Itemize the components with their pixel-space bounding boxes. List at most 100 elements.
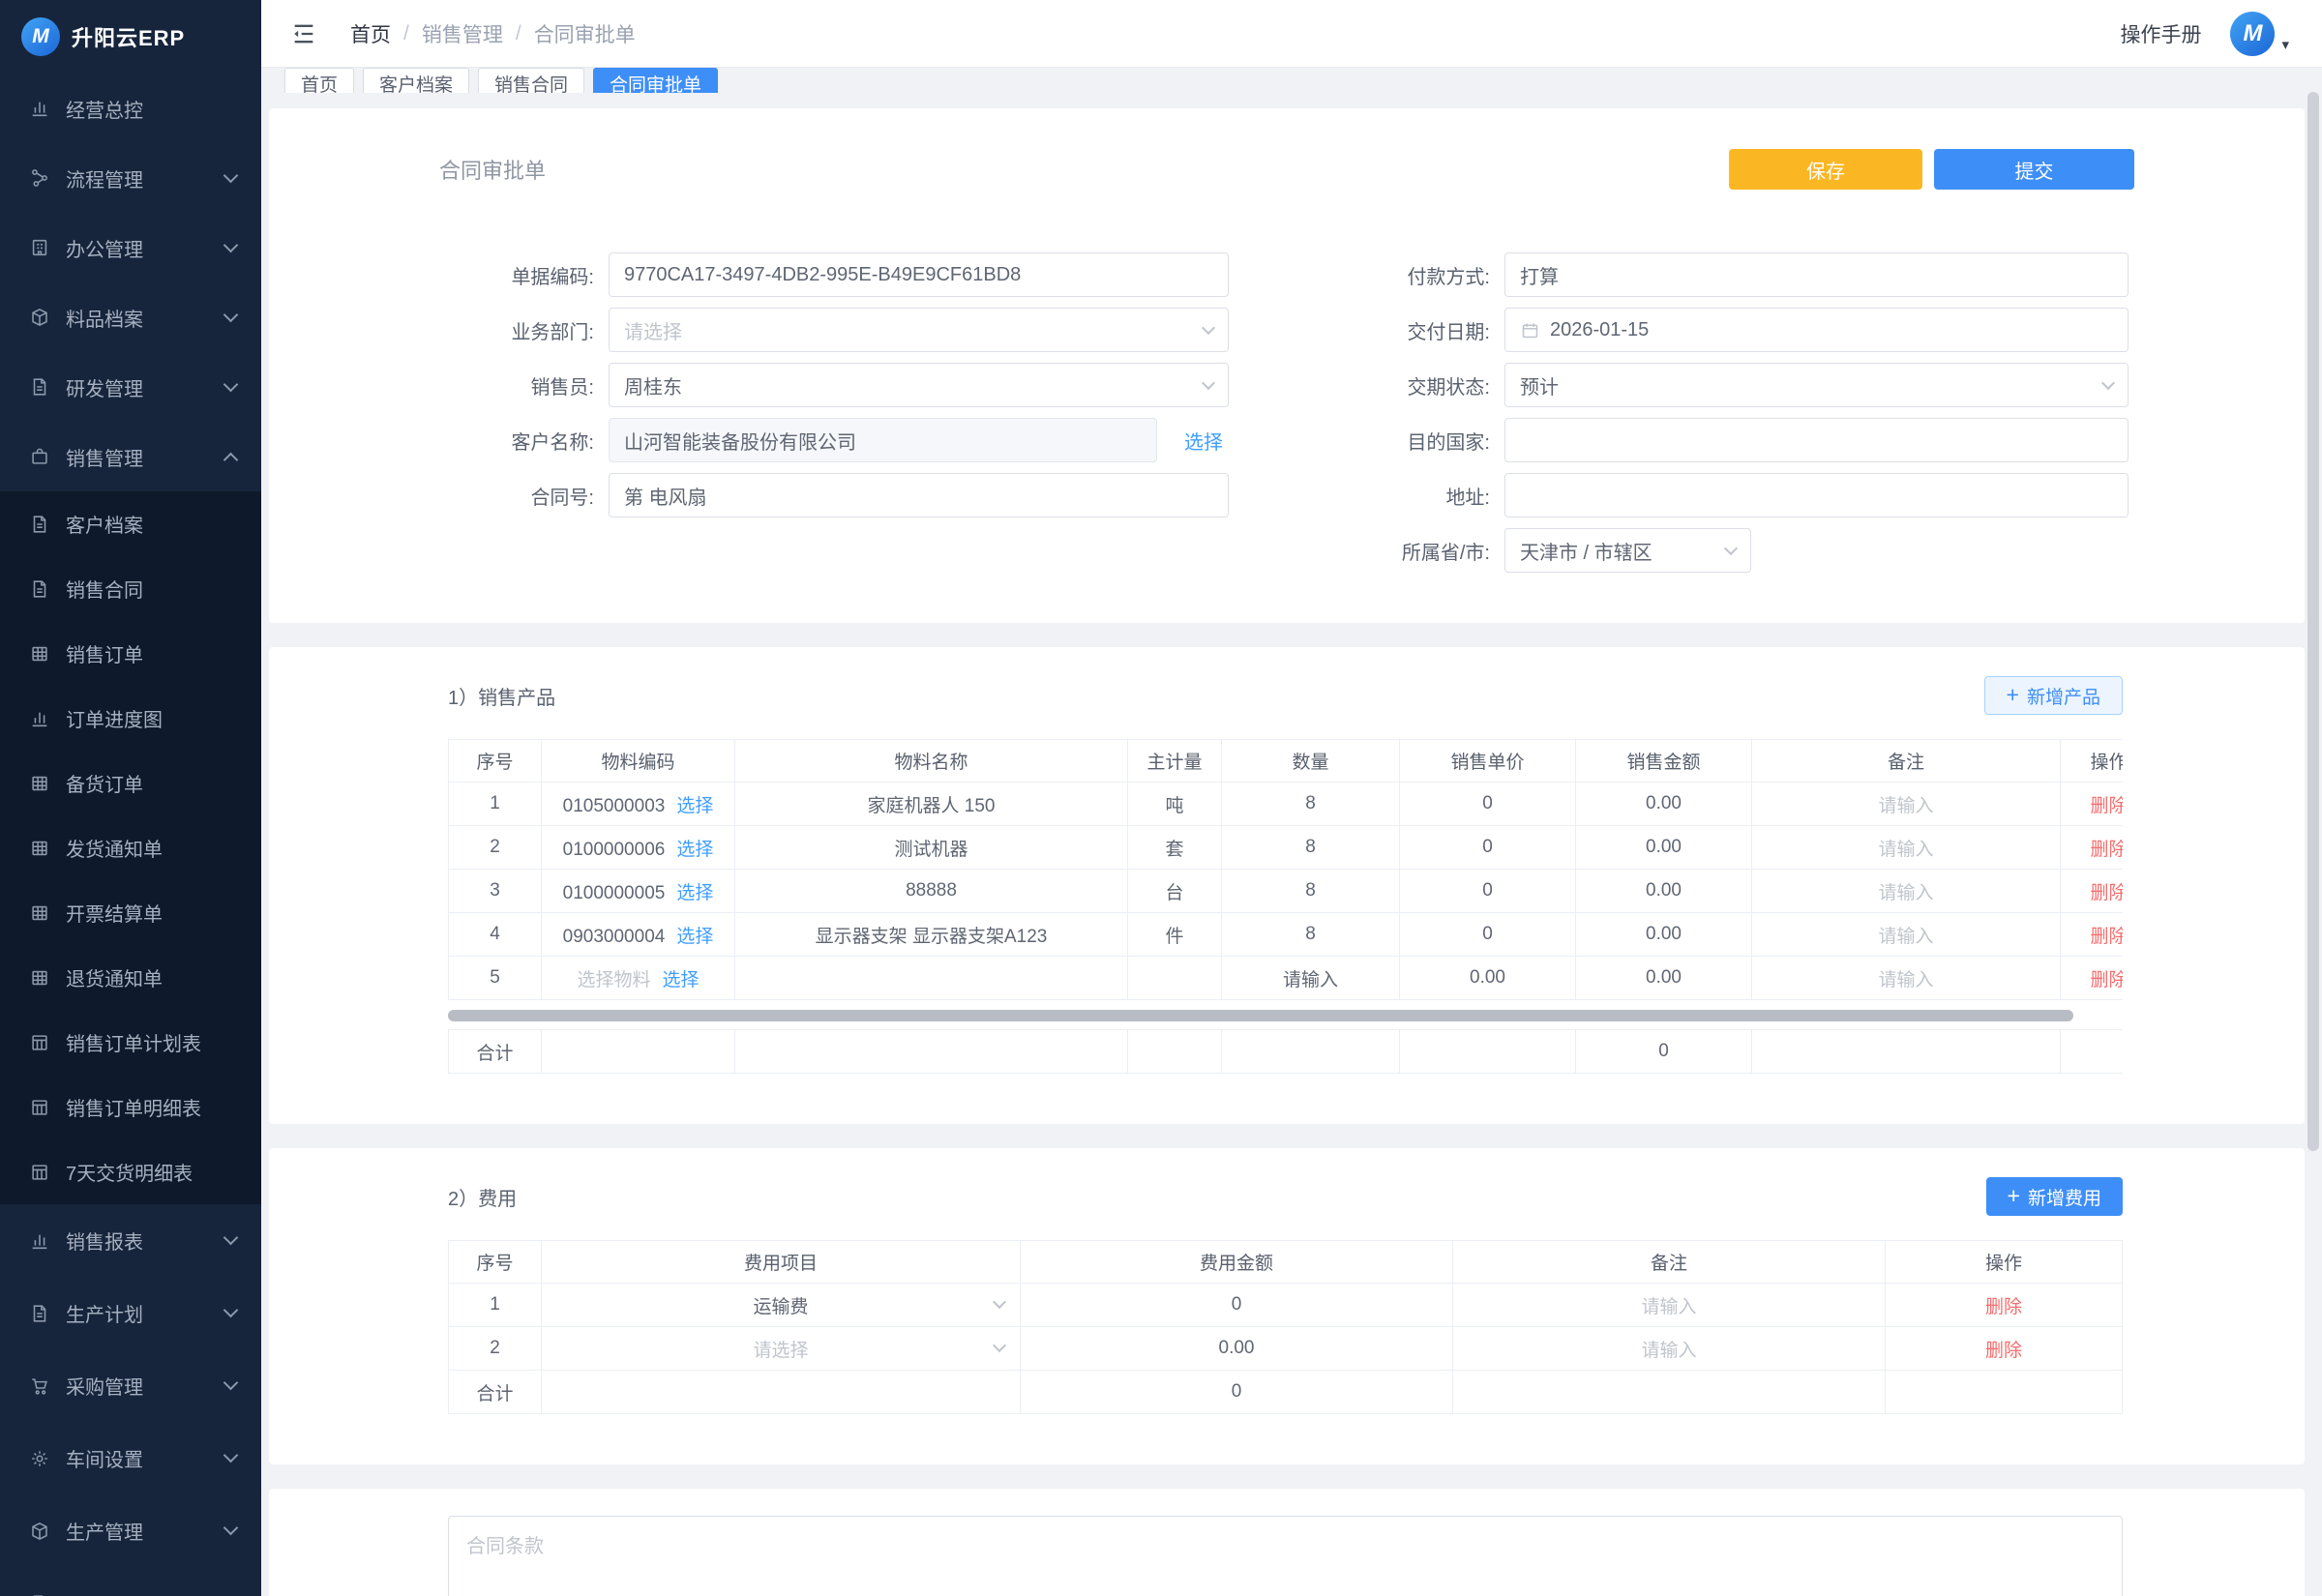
app-logo: M 升阳云ERP — [0, 0, 261, 74]
contract-form-card: 合同审批单 保存 提交 单据编码: 业务部门: — [269, 108, 2305, 623]
payment-input[interactable] — [1504, 252, 2128, 297]
horizontal-scrollbar-thumb[interactable] — [448, 1010, 2073, 1021]
horizontal-scrollbar[interactable] — [448, 1010, 2123, 1021]
fee-remark-input[interactable]: 请输入 — [1453, 1284, 1886, 1327]
sidebar-item[interactable]: 经营总控 — [0, 74, 261, 143]
fee-item-select[interactable]: 运输费 — [542, 1284, 1021, 1327]
delete-product-link[interactable]: 删除 — [2090, 883, 2123, 903]
delivery-status-select[interactable]: 预计 — [1504, 363, 2128, 407]
sidebar-item[interactable]: 流程管理 — [0, 143, 261, 213]
sidebar-item[interactable]: 销售报表 — [0, 1204, 261, 1277]
product-price-input[interactable]: 0.00 — [1400, 957, 1576, 1000]
sidebar-subitem[interactable]: 开票结算单 — [0, 880, 261, 945]
fee-row: 2 请选择 0.00 请输入 删除 — [449, 1327, 2123, 1371]
sidebar-item[interactable]: 研发管理 — [0, 352, 261, 422]
sidebar-subitem[interactable]: 备货订单 — [0, 751, 261, 815]
product-remark-input[interactable]: 请输入 — [1752, 783, 2061, 826]
product-code-cell: 0100000005选择 — [542, 870, 735, 913]
select-material-link[interactable]: 选择 — [676, 883, 713, 903]
product-qty-input[interactable]: 8 — [1222, 870, 1400, 913]
chevron-icon — [223, 1303, 239, 1318]
save-button[interactable]: 保存 — [1729, 149, 1922, 190]
fee-amount-input[interactable]: 0 — [1021, 1284, 1453, 1327]
tab[interactable]: 首页 — [284, 68, 354, 93]
contract-no-input[interactable] — [609, 473, 1229, 517]
sidebar-subitem-label: 备货订单 — [66, 769, 236, 797]
sidebar-subitem[interactable]: 客户档案 — [0, 491, 261, 556]
dept-select[interactable]: 请选择 — [609, 308, 1229, 352]
product-qty-input[interactable]: 8 — [1222, 913, 1400, 957]
delete-product-link[interactable]: 删除 — [2090, 840, 2123, 860]
product-row: 1 0105000003选择 家庭机器人 150 吨 8 0 0.00 — [449, 783, 2124, 826]
sidebar-item[interactable] — [0, 1567, 261, 1596]
delete-fee-link[interactable]: 删除 — [1985, 1297, 2022, 1317]
sidebar-subitem[interactable]: 销售合同 — [0, 556, 261, 621]
tab[interactable]: 合同审批单 — [593, 68, 718, 93]
product-qty-input[interactable]: 8 — [1222, 783, 1400, 826]
select-material-link[interactable]: 选择 — [676, 796, 713, 816]
vertical-scrollbar-thumb[interactable] — [2307, 92, 2319, 1151]
sidebar-subitem[interactable]: 销售订单明细表 — [0, 1075, 261, 1139]
delete-product-link[interactable]: 删除 — [2090, 970, 2123, 990]
column-header-code: 物料编码 — [542, 740, 735, 783]
fee-remark-input[interactable]: 请输入 — [1453, 1327, 1886, 1371]
product-qty-input[interactable]: 请输入 — [1222, 957, 1400, 1000]
breadcrumb-home[interactable]: 首页 — [350, 19, 391, 48]
product-remark-input[interactable]: 请输入 — [1752, 957, 2061, 1000]
fees-total-label: 合计 — [449, 1371, 542, 1414]
sidebar-subitem[interactable]: 退货通知单 — [0, 945, 261, 1010]
contract-no-row: 合同号: — [439, 473, 1229, 517]
doc-code-label: 单据编码: — [439, 261, 594, 289]
sidebar-subitem[interactable]: 订单进度图 — [0, 686, 261, 751]
choose-customer-link[interactable]: 选择 — [1184, 427, 1223, 455]
select-material-link[interactable]: 选择 — [676, 927, 713, 947]
manual-link[interactable]: 操作手册 — [2120, 19, 2201, 48]
sidebar-item[interactable]: 办公管理 — [0, 213, 261, 282]
sidebar-item[interactable]: 车间设置 — [0, 1422, 261, 1494]
salesman-select[interactable]: 周桂东 — [609, 363, 1229, 407]
sidebar-item[interactable]: 料品档案 — [0, 282, 261, 352]
select-material-link[interactable]: 选择 — [676, 840, 713, 860]
product-price-input[interactable]: 0 — [1400, 783, 1576, 826]
product-amount: 0.00 — [1576, 957, 1752, 1000]
collapse-sidebar-icon[interactable] — [290, 20, 317, 47]
product-price-input[interactable]: 0 — [1400, 870, 1576, 913]
product-price-input[interactable]: 0 — [1400, 913, 1576, 957]
product-remark-input[interactable]: 请输入 — [1752, 913, 2061, 957]
contract-terms-textarea[interactable]: 合同条款 — [448, 1516, 2123, 1596]
sidebar-item[interactable]: 生产计划 — [0, 1277, 261, 1349]
delivery-date-input[interactable]: 2026-01-15 — [1504, 308, 2128, 352]
submit-button[interactable]: 提交 — [1934, 149, 2134, 190]
address-input[interactable] — [1504, 473, 2128, 517]
delete-product-link[interactable]: 删除 — [2090, 796, 2123, 816]
sidebar-item[interactable]: 生产管理 — [0, 1494, 261, 1567]
user-avatar[interactable]: M — [2230, 12, 2275, 56]
add-product-button[interactable]: + 新增产品 — [1984, 676, 2123, 715]
product-remark-input[interactable]: 请输入 — [1752, 826, 2061, 870]
sidebar-subitem[interactable]: 销售订单 — [0, 621, 261, 686]
sidebar-item[interactable]: 销售管理 — [0, 422, 261, 491]
delete-product-link[interactable]: 删除 — [2090, 927, 2123, 947]
tab[interactable]: 客户档案 — [363, 68, 469, 93]
sidebar-subitem[interactable]: 7天交货明细表 — [0, 1139, 261, 1204]
fee-item-select[interactable]: 请选择 — [542, 1327, 1021, 1371]
product-price-input[interactable]: 0 — [1400, 826, 1576, 870]
sidebar-subitem[interactable]: 发货通知单 — [0, 815, 261, 880]
form-actions: 保存 提交 — [1729, 149, 2134, 190]
sidebar-subitem[interactable]: 销售订单计划表 — [0, 1010, 261, 1075]
fee-amount-input[interactable]: 0.00 — [1021, 1327, 1453, 1371]
dest-country-input[interactable] — [1504, 418, 2128, 462]
sidebar-item[interactable]: 采购管理 — [0, 1349, 261, 1422]
select-material-link[interactable]: 选择 — [663, 970, 700, 990]
column-header-actions: 操作 — [2061, 740, 2124, 783]
chevron-down-icon[interactable]: ▾ — [2281, 36, 2289, 53]
tab[interactable]: 销售合同 — [478, 68, 584, 93]
delete-fee-link[interactable]: 删除 — [1985, 1341, 2022, 1361]
breadcrumb-section[interactable]: 销售管理 — [422, 19, 503, 48]
chevron-down-icon — [1202, 320, 1215, 334]
doc-code-input[interactable] — [609, 252, 1229, 297]
product-qty-input[interactable]: 8 — [1222, 826, 1400, 870]
province-city-select[interactable]: 天津市 / 市辖区 — [1504, 528, 1751, 573]
product-remark-input[interactable]: 请输入 — [1752, 870, 2061, 913]
add-fee-button[interactable]: + 新增费用 — [1986, 1177, 2123, 1216]
